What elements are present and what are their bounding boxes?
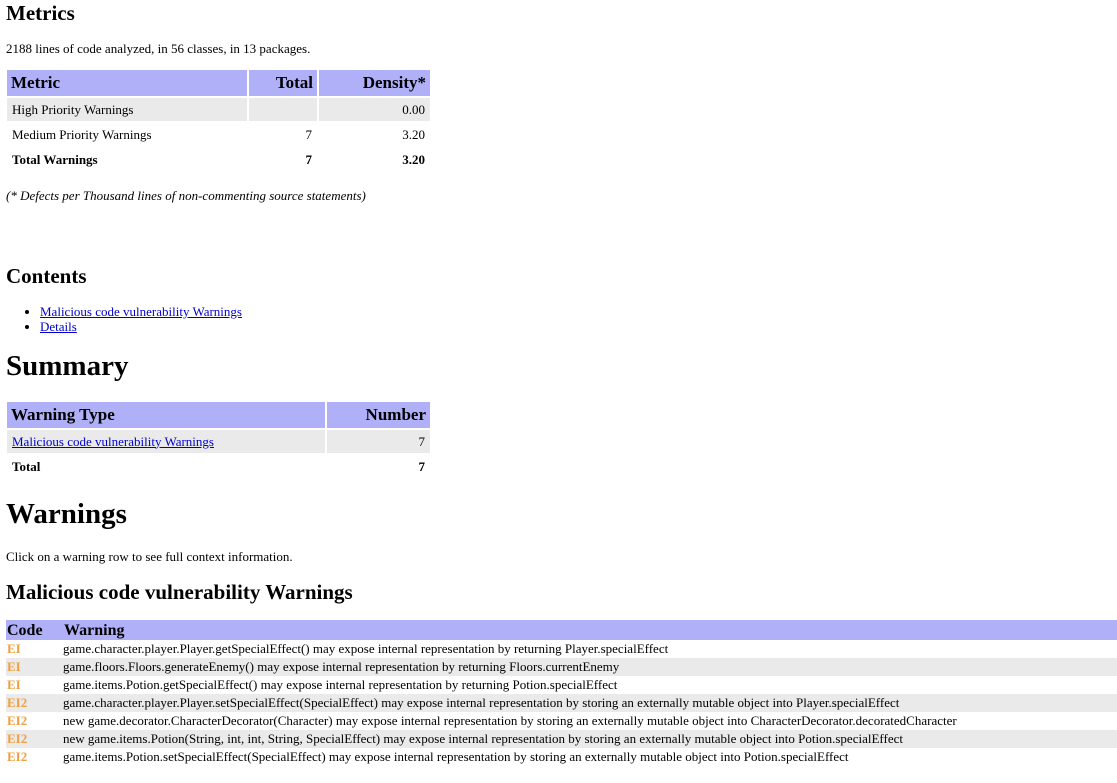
warnings-col-code: Code [6, 620, 63, 640]
metrics-cell-metric: Total Warnings [12, 151, 98, 167]
warning-code: EI2 [6, 694, 63, 712]
warnings-header-row: Code Warning [6, 620, 1117, 640]
warning-code: EI [7, 677, 21, 692]
warning-row[interactable]: EI2 game.character.player.Player.setSpec… [6, 694, 1117, 712]
warning-text: new game.items.Potion(String, int, int, … [63, 730, 1117, 748]
metrics-cell-metric: High Priority Warnings [7, 98, 247, 121]
metrics-cell-density: 0.00 [319, 98, 430, 121]
metrics-cell-density: 3.20 [402, 151, 425, 167]
warnings-subheading: Malicious code vulnerability Warnings [6, 580, 353, 604]
warning-text: game.character.player.Player.setSpecialE… [63, 694, 1117, 712]
summary-table: Warning Type Number Malicious code vulne… [5, 400, 432, 480]
warning-code: EI [7, 641, 21, 656]
metrics-row-total: Total Warnings 7 3.20 [7, 148, 430, 171]
contents-link-malicious-code[interactable]: Malicious code vulnerability Warnings [40, 304, 242, 319]
metrics-col-density: Density* [319, 70, 430, 96]
metrics-cell-total: 7 [305, 126, 313, 142]
warnings-heading: Warnings [6, 498, 127, 530]
metrics-summary-line: 2188 lines of code analyzed, in 56 class… [6, 41, 311, 56]
metrics-table: Metric Total Density* High Priority Warn… [5, 68, 432, 173]
warning-row[interactable]: EI game.items.Potion.getSpecialEffect() … [6, 676, 1117, 694]
summary-link-malicious-code[interactable]: Malicious code vulnerability Warnings [12, 434, 214, 449]
summary-col-number: Number [327, 402, 430, 428]
summary-cell-type: Malicious code vulnerability Warnings [7, 430, 325, 453]
contents-list-item: Malicious code vulnerability Warnings [40, 304, 242, 319]
warning-row[interactable]: EI2 new game.decorator.CharacterDecorato… [6, 712, 1117, 730]
metrics-row-high: High Priority Warnings 0.00 [7, 98, 430, 121]
summary-row: Malicious code vulnerability Warnings 7 [7, 430, 430, 453]
metrics-footnote: (* Defects per Thousand lines of non-com… [6, 188, 366, 203]
metrics-cell-density: 3.20 [402, 126, 425, 142]
warning-code: EI2 [7, 749, 28, 764]
warning-text: game.items.Potion.getSpecialEffect() may… [63, 677, 618, 692]
contents-heading: Contents [6, 264, 87, 288]
metrics-heading: Metrics [6, 1, 75, 25]
summary-heading: Summary [6, 350, 129, 382]
summary-col-warning-type: Warning Type [7, 402, 325, 428]
warning-text: new game.decorator.CharacterDecorator(Ch… [63, 713, 957, 728]
summary-total-value: 7 [418, 458, 426, 474]
metrics-header-row: Metric Total Density* [7, 70, 430, 96]
warning-code: EI [6, 658, 63, 676]
metrics-cell-total: 7 [305, 151, 313, 167]
warnings-table: Code Warning EI game.character.player.Pl… [6, 620, 1117, 766]
contents-list: Malicious code vulnerability Warnings De… [6, 304, 242, 334]
metrics-cell-total [249, 98, 317, 121]
warnings-intro: Click on a warning row to see full conte… [6, 549, 293, 564]
summary-total-row: Total 7 [7, 455, 430, 478]
warning-row[interactable]: EI game.character.player.Player.getSpeci… [6, 640, 1117, 658]
warning-text: game.character.player.Player.getSpecialE… [63, 641, 669, 656]
metrics-col-metric: Metric [7, 70, 247, 96]
warning-text: game.items.Potion.setSpecialEffect(Speci… [63, 749, 849, 764]
contents-link-details[interactable]: Details [40, 319, 77, 334]
summary-cell-number: 7 [327, 430, 430, 453]
warning-row[interactable]: EI2 new game.items.Potion(String, int, i… [6, 730, 1117, 748]
warning-code: EI2 [7, 713, 28, 728]
summary-header-row: Warning Type Number [7, 402, 430, 428]
warning-row[interactable]: EI2 game.items.Potion.setSpecialEffect(S… [6, 748, 1117, 766]
metrics-cell-metric: Medium Priority Warnings [12, 126, 152, 142]
metrics-row-medium: Medium Priority Warnings 7 3.20 [7, 123, 430, 146]
summary-total-label: Total [12, 458, 41, 474]
warnings-col-warning: Warning [63, 620, 1117, 640]
metrics-col-total: Total [249, 70, 317, 96]
warning-text: game.floors.Floors.generateEnemy() may e… [63, 658, 1117, 676]
contents-list-item: Details [40, 319, 242, 334]
warning-code: EI2 [6, 730, 63, 748]
warning-row[interactable]: EI game.floors.Floors.generateEnemy() ma… [6, 658, 1117, 676]
